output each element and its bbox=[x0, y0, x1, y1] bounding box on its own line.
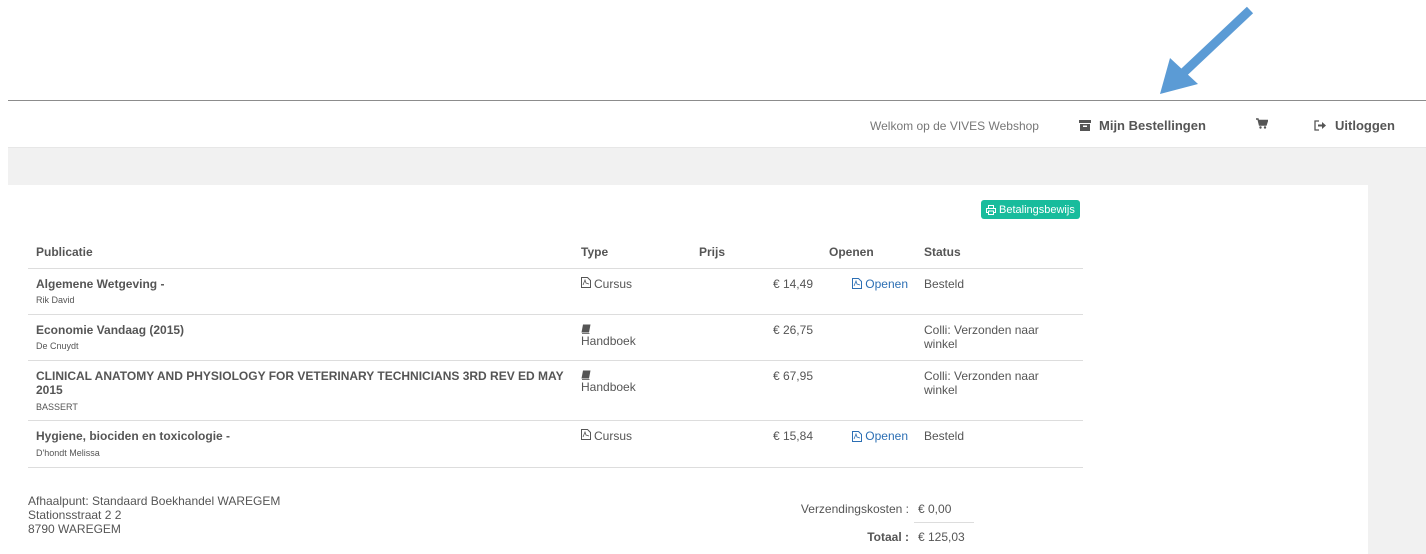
welcome-text: Welkom op de VIVES Webshop bbox=[870, 119, 1039, 133]
open-link[interactable]: Openen bbox=[852, 429, 908, 443]
open-cell bbox=[821, 314, 916, 361]
status-value: Besteld bbox=[916, 268, 1083, 315]
publication-title: CLINICAL ANATOMY AND PHYSIOLOGY FOR VETE… bbox=[36, 368, 564, 398]
shipping-value: € 0,00 bbox=[914, 495, 974, 523]
table-row: Hygiene, biociden en toxicologie - D'hon… bbox=[28, 420, 1083, 468]
my-orders-label: Mijn Bestellingen bbox=[1099, 118, 1206, 133]
status-value: Besteld bbox=[916, 420, 1083, 468]
cart-link[interactable] bbox=[1256, 118, 1268, 129]
price-value: € 26,75 bbox=[691, 314, 821, 361]
price-value: € 67,95 bbox=[691, 360, 821, 422]
pickup-line: Afhaalpunt: Standaard Boekhandel WAREGEM bbox=[28, 494, 281, 508]
my-orders-link[interactable]: Mijn Bestellingen bbox=[1079, 118, 1206, 133]
payment-proof-label: Betalingsbewijs bbox=[999, 203, 1075, 216]
header-publication: Publicatie bbox=[28, 236, 573, 269]
open-link[interactable]: Openen bbox=[852, 277, 908, 291]
table-row: Algemene Wetgeving - Rik David Cursus € … bbox=[28, 268, 1083, 315]
header-open: Openen bbox=[821, 236, 916, 269]
orders-table: Publicatie Type Prijs Openen Status Alge… bbox=[28, 236, 1083, 468]
table-header-row: Publicatie Type Prijs Openen Status bbox=[28, 236, 1083, 269]
cart-icon bbox=[1256, 118, 1268, 129]
pdf-icon bbox=[581, 276, 591, 288]
book-icon bbox=[581, 369, 683, 380]
page-gutter bbox=[1368, 185, 1426, 554]
type-label: Handboek bbox=[581, 379, 636, 394]
order-summary: Verzendingskosten : € 0,00 Totaal : € 12… bbox=[770, 495, 974, 551]
publication-title: Hygiene, biociden en toxicologie - bbox=[36, 429, 231, 444]
publication-title: Economie Vandaag (2015) bbox=[36, 322, 185, 337]
publication-author: D'hondt Melissa bbox=[36, 447, 100, 458]
open-label: Openen bbox=[865, 276, 908, 291]
status-value: Colli: Verzonden naar winkel bbox=[916, 314, 1083, 361]
header-price: Prijs bbox=[691, 236, 821, 269]
pdf-icon bbox=[581, 429, 591, 441]
table-row: Economie Vandaag (2015) De Cnuydt Handbo… bbox=[28, 314, 1083, 361]
price-value: € 14,49 bbox=[691, 268, 821, 315]
type-label: Cursus bbox=[594, 429, 633, 444]
archive-icon bbox=[1079, 120, 1091, 131]
breadcrumb-band bbox=[8, 148, 1426, 185]
annotation-arrow-icon bbox=[1160, 6, 1254, 94]
pdf-icon bbox=[852, 431, 863, 443]
payment-proof-button[interactable]: Betalingsbewijs bbox=[981, 200, 1080, 219]
open-label: Openen bbox=[865, 429, 908, 444]
open-cell bbox=[821, 360, 916, 422]
publication-author: Rik David bbox=[36, 294, 75, 305]
status-value: Colli: Verzonden naar winkel bbox=[916, 360, 1083, 422]
header-type: Type bbox=[573, 236, 691, 269]
logout-label: Uitloggen bbox=[1335, 118, 1395, 133]
pickup-address: Afhaalpunt: Standaard Boekhandel WAREGEM… bbox=[28, 494, 281, 536]
sign-out-icon bbox=[1314, 120, 1327, 131]
print-icon bbox=[986, 204, 996, 215]
shipping-label: Verzendingskosten : bbox=[800, 502, 909, 516]
publication-author: De Cnuydt bbox=[36, 341, 79, 352]
table-row: CLINICAL ANATOMY AND PHYSIOLOGY FOR VETE… bbox=[28, 360, 1083, 422]
top-navbar: Welkom op de VIVES Webshop Mijn Bestelli… bbox=[8, 100, 1426, 148]
publication-title: Algemene Wetgeving - bbox=[36, 276, 165, 291]
total-value: € 125,03 bbox=[918, 530, 965, 544]
pickup-line: Stationsstraat 2 2 bbox=[28, 507, 122, 522]
shipping-row: Verzendingskosten : € 0,00 bbox=[770, 495, 974, 523]
total-label: Totaal : bbox=[867, 530, 909, 544]
price-value: € 15,84 bbox=[691, 420, 821, 468]
total-row: Totaal : € 125,03 bbox=[770, 523, 974, 551]
logout-link[interactable]: Uitloggen bbox=[1314, 118, 1395, 133]
header-status: Status bbox=[916, 236, 1083, 269]
type-label: Handboek bbox=[581, 333, 636, 348]
pdf-icon bbox=[852, 278, 863, 290]
pickup-line: 8790 WAREGEM bbox=[28, 521, 121, 536]
publication-author: BASSERT bbox=[36, 401, 78, 412]
book-icon bbox=[581, 323, 683, 334]
type-label: Cursus bbox=[594, 276, 633, 291]
